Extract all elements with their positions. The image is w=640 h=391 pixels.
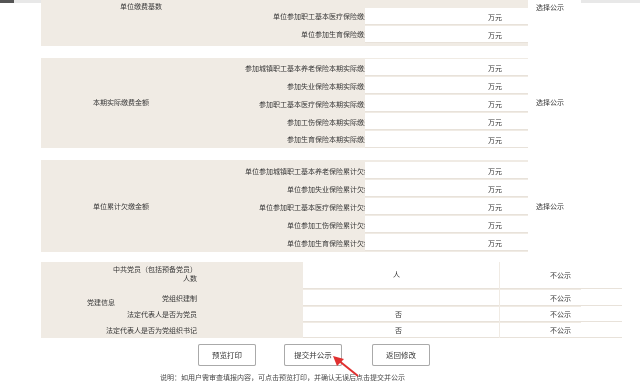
amount-input[interactable]: 万元 — [365, 26, 528, 43]
amount-input[interactable]: 万元 — [365, 95, 528, 112]
publish-select[interactable]: 不公示 — [500, 307, 622, 322]
unit-label: 万元 — [488, 186, 502, 194]
unit-label: 万元 — [488, 240, 502, 248]
unit-label: 万元 — [488, 204, 502, 212]
amount-input[interactable]: 万元 — [365, 180, 528, 197]
amount-input[interactable]: 万元 — [365, 8, 528, 25]
category-label: 单位累计欠缴金额 — [93, 203, 149, 211]
row-label: 党组织建制 — [162, 295, 197, 303]
party-org-select[interactable] — [303, 290, 499, 306]
instruction-note: 说明：如用户需审查填报内容，可点击预览打印，并确认无误后点击提交并公示 — [160, 374, 405, 382]
row-label: 法定代表人是否为党组织书记 — [106, 327, 197, 335]
unit-label: 万元 — [488, 137, 502, 145]
amount-input[interactable]: 万元 — [365, 77, 528, 94]
unit-label: 万元 — [488, 32, 502, 40]
category-label: 本期实际缴费金额 — [93, 99, 149, 107]
amount-input[interactable]: 万元 — [365, 234, 528, 251]
publish-select[interactable]: 不公示 — [500, 290, 622, 306]
row-label: 单位参加城镇职工基本养老保险累计欠缴金额 — [245, 168, 385, 176]
legal-rep-party-secretary-select[interactable]: 否 — [303, 323, 499, 338]
publish-select[interactable]: 不公示 — [500, 323, 622, 338]
section-contribution-base: 单位缴费基数 单位参加职工基本医疗保险缴费基数 万元 单位参加生育保险缴费基数 … — [41, 0, 581, 46]
unit-label: 万元 — [488, 119, 502, 127]
unit-label: 万元 — [488, 168, 502, 176]
amount-input[interactable]: 万元 — [365, 131, 528, 148]
unit-label: 万元 — [488, 83, 502, 91]
publish-select[interactable]: 不公示 — [500, 262, 622, 289]
amount-input[interactable]: 万元 — [365, 113, 528, 130]
tab-favicon — [0, 0, 14, 3]
back-edit-button[interactable]: 返回修改 — [372, 344, 430, 366]
party-member-count-input[interactable]: 人 — [303, 262, 499, 289]
publish-select[interactable]: 选择公示 — [528, 0, 581, 46]
amount-input[interactable]: 万元 — [365, 59, 528, 76]
legal-rep-party-member-select[interactable]: 否 — [303, 307, 499, 322]
preview-print-button[interactable]: 预览打印 — [198, 344, 256, 366]
section-actual-payment: 本期实际缴费金额 参加城镇职工基本养老保险本期实际缴费金额 万元 参加失业保险本… — [41, 58, 581, 148]
amount-input[interactable]: 万元 — [365, 198, 528, 215]
unit-label: 万元 — [488, 14, 502, 22]
unit-label: 万元 — [488, 222, 502, 230]
section-arrears: 单位累计欠缴金额 单位参加城镇职工基本养老保险累计欠缴金额 万元 单位参加失业保… — [41, 160, 581, 252]
publish-select[interactable]: 选择公示 — [528, 160, 581, 252]
publish-select[interactable]: 选择公示 — [528, 58, 581, 148]
amount-input[interactable]: 万元 — [365, 162, 528, 179]
row-label: 法定代表人是否为党员 — [127, 311, 197, 319]
unit-label: 万元 — [488, 101, 502, 109]
unit-label: 万元 — [488, 65, 502, 73]
category-label: 单位缴费基数 — [120, 3, 162, 11]
row-label: 中共党员（包括预备党员）人数 — [113, 266, 197, 283]
section-party-info: 党建信息 中共党员（包括预备党员）人数 人 不公示 党组织建制 不公示 法定代表… — [41, 262, 622, 338]
amount-input[interactable]: 万元 — [365, 216, 528, 233]
row-label: 参加城镇职工基本养老保险本期实际缴费金额 — [245, 65, 385, 73]
category-label: 党建信息 — [87, 299, 115, 307]
